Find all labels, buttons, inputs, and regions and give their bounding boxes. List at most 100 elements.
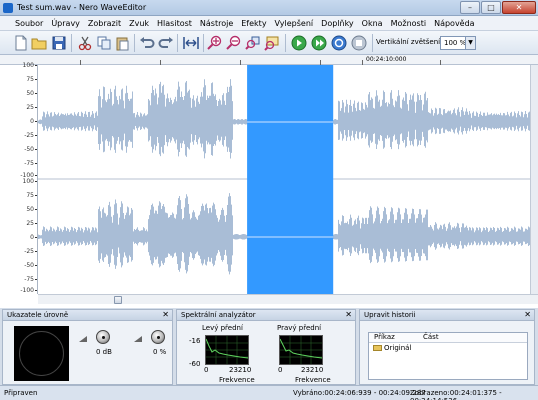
menu-bar: Soubor Úpravy Zobrazit Zvuk Hlasitost Ná…	[0, 16, 538, 31]
status-ready: Připraven	[4, 389, 38, 397]
left-spectrum-display	[205, 335, 249, 365]
pan-value: 0 %	[153, 348, 167, 356]
redo-icon[interactable]	[158, 35, 174, 51]
y-tick: 25	[26, 220, 37, 227]
zoom-in-icon[interactable]	[207, 35, 223, 51]
history-list[interactable]: Příkaz Část Originál	[368, 332, 528, 380]
pan-triangle-icon	[134, 336, 142, 342]
zoom-full-icon[interactable]	[264, 35, 280, 51]
title-bar: Test sum.wav - Nero WaveEditor – □ ✕	[0, 0, 538, 16]
y-tick: 0	[30, 234, 37, 241]
selection-region	[247, 65, 334, 294]
menu-effects[interactable]: Efekty	[237, 16, 270, 30]
amplitude-axis: 100 75 50 25 0 -25 -50 -75 -100 100 75 5…	[0, 62, 38, 294]
vertical-zoom-select[interactable]: 100 % ▼	[440, 36, 476, 50]
stereo-scope	[14, 326, 69, 381]
bottom-panes: Ukazatele úrovně ✕ 0 dB 0 % Spektrální a…	[0, 308, 538, 385]
level-meters-title: Ukazatele úrovně	[7, 311, 69, 319]
menu-volume[interactable]: Hlasitost	[153, 16, 196, 30]
db-bottom-label: -60	[189, 360, 201, 368]
horizontal-scrollbar[interactable]	[38, 294, 538, 304]
waveform-svg	[38, 65, 530, 294]
pane-header: Upravit historii ✕	[360, 310, 534, 321]
frequency-label: Frekvence	[295, 376, 331, 384]
y-tick: 50	[26, 90, 37, 97]
menu-plugins[interactable]: Doplňky	[317, 16, 358, 30]
history-title: Upravit historii	[364, 311, 416, 319]
zoom-out-icon[interactable]	[226, 35, 242, 51]
open-folder-icon[interactable]	[31, 35, 47, 51]
play-icon[interactable]	[291, 35, 307, 51]
pane-header: Ukazatele úrovně ✕	[3, 310, 172, 321]
time-ruler[interactable]: 00:24:10:000	[0, 55, 538, 65]
menu-options[interactable]: Možnosti	[387, 16, 431, 30]
y-tick: -75	[24, 160, 37, 167]
pan-knob[interactable]	[151, 330, 165, 344]
db-top-label: -16	[189, 337, 201, 345]
y-tick: 75	[26, 192, 37, 199]
close-icon[interactable]: ✕	[345, 310, 352, 320]
loop-icon[interactable]	[331, 35, 347, 51]
y-tick: -75	[24, 276, 37, 283]
stop-icon[interactable]	[351, 35, 367, 51]
zoom-selection-icon[interactable]	[245, 35, 261, 51]
menu-view[interactable]: Zobrazit	[84, 16, 125, 30]
column-command[interactable]: Příkaz	[374, 333, 395, 342]
menu-audio[interactable]: Zvuk	[125, 16, 153, 30]
history-header: Příkaz Část	[369, 333, 527, 343]
undo-icon[interactable]	[139, 35, 155, 51]
cut-scissors-icon[interactable]	[77, 35, 93, 51]
window-title: Test sum.wav - Nero WaveEditor	[17, 3, 147, 12]
y-tick: -100	[20, 287, 37, 294]
waveform-editor: 00:24:10:000 100 75 50 25 0 -25 -50 -75 …	[0, 55, 538, 308]
chevron-down-icon[interactable]: ▼	[465, 37, 475, 49]
new-file-icon[interactable]	[13, 35, 29, 51]
frequency-label: Frekvence	[219, 376, 255, 384]
right-spectrum-display	[279, 335, 323, 365]
pane-header: Spektrální analyzátor ✕	[177, 310, 355, 321]
y-tick: -50	[24, 262, 37, 269]
folder-icon	[373, 345, 382, 351]
right-channel-label: Pravý přední	[277, 324, 322, 332]
waveform-canvas[interactable]	[38, 65, 530, 294]
vertical-scrollbar[interactable]	[530, 65, 538, 294]
y-tick: 100	[22, 178, 38, 185]
app-icon	[3, 3, 13, 13]
menu-help[interactable]: Nápověda	[430, 16, 479, 30]
maximize-button[interactable]: □	[481, 1, 501, 14]
gain-value: 0 dB	[96, 348, 112, 356]
close-button[interactable]: ✕	[502, 1, 536, 14]
gain-knob[interactable]	[96, 330, 110, 344]
vertical-zoom-label: Vertikální zvětšení:	[376, 38, 443, 46]
paste-icon[interactable]	[114, 35, 130, 51]
menu-edit[interactable]: Úpravy	[47, 16, 84, 30]
vertical-zoom-value: 100 %	[444, 39, 467, 47]
freq-max-label: 23210	[301, 366, 324, 374]
freq-max-label: 23210	[229, 366, 252, 374]
menu-enhancements[interactable]: Vylepšení	[271, 16, 318, 30]
edit-history-pane: Upravit historii ✕ Příkaz Část Originál	[359, 309, 535, 385]
level-meters-pane: Ukazatele úrovně ✕ 0 dB 0 %	[2, 309, 173, 385]
left-channel-label: Levý přední	[202, 324, 243, 332]
minimize-button[interactable]: –	[460, 1, 480, 14]
fit-width-icon[interactable]	[183, 35, 199, 51]
list-item[interactable]: Originál	[369, 343, 527, 353]
y-tick: -25	[24, 248, 37, 255]
status-bar: Připraven Vybráno:00:24:06:939 - 00:24:0…	[0, 385, 538, 400]
gain-triangle-icon	[79, 336, 87, 342]
menu-tools[interactable]: Nástroje	[196, 16, 237, 30]
menu-windows[interactable]: Okna	[358, 16, 387, 30]
close-icon[interactable]: ✕	[162, 310, 169, 320]
copy-icon[interactable]	[96, 35, 112, 51]
close-icon[interactable]: ✕	[524, 310, 531, 320]
freq-min-label: 0	[204, 366, 209, 374]
menu-file[interactable]: Soubor	[11, 16, 47, 30]
play-selection-icon[interactable]	[311, 35, 327, 51]
save-disk-icon[interactable]	[51, 35, 67, 51]
column-part[interactable]: Část	[423, 333, 439, 342]
spectrum-title: Spektrální analyzátor	[181, 311, 256, 319]
status-selection: Vybráno:00:24:06:939 - 00:24:09:287	[293, 389, 426, 397]
scrollbar-thumb[interactable]	[114, 296, 122, 304]
spectrum-analyzer-pane: Spektrální analyzátor ✕ Levý přední Prav…	[176, 309, 356, 385]
y-tick: -50	[24, 146, 37, 153]
